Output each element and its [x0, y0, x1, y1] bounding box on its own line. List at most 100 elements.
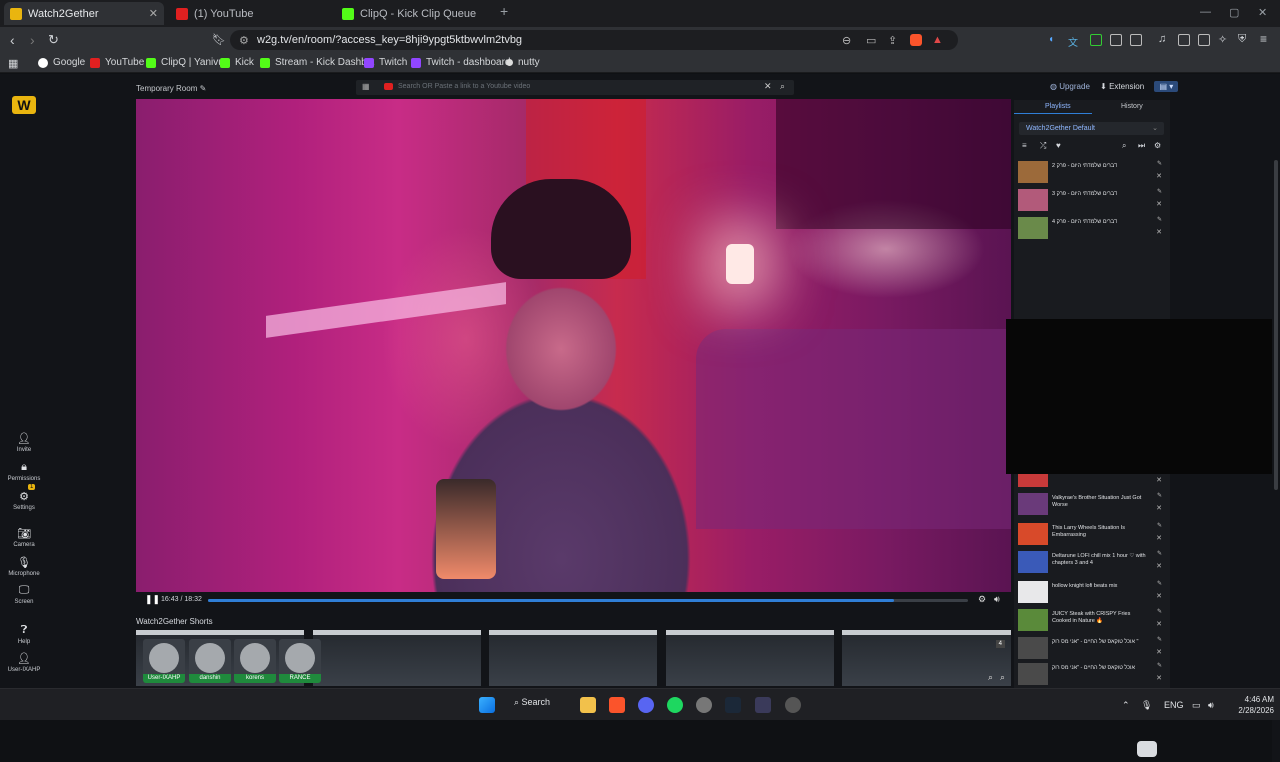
help-button[interactable]: ❓︎ Help: [0, 624, 48, 645]
playlist-item[interactable]: דברים שלמדתי היום - פרק 3 ✎ ✕: [1018, 188, 1166, 212]
short-thumbnail[interactable]: [313, 630, 481, 686]
bookmark-twitch-dashboard[interactable]: Twitch - dashboard: [411, 57, 511, 68]
shuffle-icon[interactable]: ⤮: [1040, 141, 1046, 151]
playlist-item[interactable]: אוכל טוקאס של החיים - "אני מס רוק ✎ ✕: [1018, 662, 1166, 686]
spotify-icon[interactable]: [667, 697, 683, 713]
new-tab-icon[interactable]: +: [500, 3, 508, 19]
edit-icon[interactable]: ✎: [1157, 662, 1162, 669]
share-icon[interactable]: ⇪: [888, 34, 897, 47]
remove-icon[interactable]: ✕: [1156, 534, 1162, 542]
layout-toggle-icon[interactable]: ▤ ▾: [1154, 81, 1179, 92]
camera-button[interactable]: 📷︎ Camera: [0, 527, 48, 548]
remove-icon[interactable]: ✕: [1156, 674, 1162, 682]
invite-button[interactable]: 👤︎ Invite: [0, 432, 48, 453]
tab-youtube[interactable]: (1) YouTube: [170, 2, 330, 25]
page-scrollbar[interactable]: [1272, 148, 1280, 762]
edit-icon[interactable]: ✎: [200, 84, 207, 93]
volume-icon[interactable]: 🔊︎: [994, 594, 1000, 605]
remove-icon[interactable]: ✕: [1156, 592, 1162, 600]
extension-icon[interactable]: [1110, 34, 1122, 46]
pause-icon[interactable]: ❚❚: [145, 594, 160, 605]
taskbar-search[interactable]: ⌕ Search: [514, 697, 550, 708]
leo-ai-icon[interactable]: ✧: [1218, 33, 1227, 46]
steam-icon[interactable]: [725, 697, 741, 713]
grid-icon[interactable]: ▦: [362, 82, 370, 91]
user-tile[interactable]: RANCE: [279, 639, 321, 683]
short-thumbnail[interactable]: 4 ⌕ ⌕: [842, 630, 1011, 686]
watch2gether-logo[interactable]: W: [12, 96, 36, 114]
extension-audio-icon[interactable]: ◖: [1048, 34, 1054, 45]
upgrade-button[interactable]: ◍ Upgrade: [1050, 82, 1090, 91]
brave-rewards-icon[interactable]: ▲: [932, 34, 943, 46]
settings-icon[interactable]: ⚙︎: [978, 594, 986, 605]
network-icon[interactable]: ▭: [1192, 700, 1201, 711]
reload-icon[interactable]: ↻: [48, 32, 59, 48]
edit-icon[interactable]: ✎: [1157, 580, 1162, 587]
user-button[interactable]: 👤︎ User-IXAHP: [0, 652, 48, 673]
playlist-item[interactable]: Valkyrae's Brother Situation Just Got Wo…: [1018, 492, 1166, 516]
edit-icon[interactable]: ✎: [1157, 216, 1162, 223]
settings-button[interactable]: ⚙︎ Settings 1: [0, 484, 48, 511]
close-window-icon[interactable]: ✕: [1258, 6, 1267, 19]
extension-green-icon[interactable]: [1090, 34, 1102, 46]
url-field[interactable]: ⚙︎ w2g.tv/en/room/?access_key=8hji9ypgt5…: [230, 30, 958, 50]
bookmark-kick-dashboard[interactable]: Stream - Kick Dashb...: [260, 57, 375, 68]
remove-icon[interactable]: ✕: [1156, 648, 1162, 656]
search-icon[interactable]: ⌕: [1122, 141, 1126, 151]
remove-icon[interactable]: ✕: [1156, 620, 1162, 628]
edit-icon[interactable]: ✎: [1157, 608, 1162, 615]
extension-box-icon[interactable]: [1130, 34, 1142, 46]
menu-icon[interactable]: ≡: [1260, 32, 1267, 46]
extension-button[interactable]: ⬇ Extension: [1100, 82, 1144, 91]
scrollbar-thumb[interactable]: [1274, 160, 1278, 490]
user-tile[interactable]: User-IXAHP: [143, 639, 185, 683]
discord-icon[interactable]: [638, 697, 654, 713]
start-icon[interactable]: [479, 697, 495, 713]
language-indicator[interactable]: ENG: [1164, 700, 1184, 710]
app-icon[interactable]: [785, 697, 801, 713]
edit-icon[interactable]: ✎: [1157, 492, 1162, 499]
remove-icon[interactable]: ✕: [1156, 200, 1162, 208]
tab-playlists[interactable]: Playlists: [1045, 103, 1071, 110]
maximize-icon[interactable]: ▢: [1229, 6, 1239, 19]
bookmark-clipq[interactable]: ClipQ | Yanivu: [146, 57, 224, 68]
search-icon[interactable]: ⌕: [780, 81, 785, 92]
sidebar-icon[interactable]: [1178, 34, 1190, 46]
minimize-icon[interactable]: —: [1200, 6, 1211, 18]
short-thumbnail[interactable]: [666, 630, 834, 686]
bookmark-google[interactable]: Google: [38, 57, 85, 68]
edit-icon[interactable]: ✎: [1157, 636, 1162, 643]
edit-icon[interactable]: ✎: [1157, 188, 1162, 195]
gear-icon[interactable]: ⚙︎: [1154, 141, 1161, 150]
obs-icon[interactable]: [696, 697, 712, 713]
list-icon[interactable]: ≡: [1022, 141, 1027, 150]
remove-icon[interactable]: ✕: [1156, 562, 1162, 570]
app-icon[interactable]: [755, 697, 771, 713]
tray-chevron-icon[interactable]: ⌃: [1122, 700, 1130, 711]
playlist-select[interactable]: Watch2Gether Default ⌄: [1019, 122, 1164, 135]
remove-icon[interactable]: ✕: [1156, 172, 1162, 180]
tab-history[interactable]: History: [1121, 103, 1143, 110]
brave-icon[interactable]: [609, 697, 625, 713]
remove-icon[interactable]: ✕: [1156, 504, 1162, 512]
edit-icon[interactable]: ✎: [1157, 160, 1162, 167]
back-icon[interactable]: ‹: [10, 32, 15, 48]
user-tile[interactable]: danshin: [189, 639, 231, 683]
user-tile[interactable]: korens: [234, 639, 276, 683]
playlist-item[interactable]: דברים שלמדתי היום - פרק 4 ✎ ✕: [1018, 216, 1166, 240]
vpn-icon[interactable]: ⛨: [1238, 33, 1246, 46]
bookmark-icon[interactable]: 🔖︎: [212, 33, 226, 46]
screenshot-icon[interactable]: ▭: [866, 34, 876, 47]
skip-icon[interactable]: ⏭︎: [1138, 141, 1145, 151]
apps-grid-icon[interactable]: ▦: [8, 57, 18, 70]
bookmark-kick[interactable]: Kick: [220, 57, 254, 68]
zoom-in-icon[interactable]: ⌕: [988, 672, 993, 683]
playlist-item[interactable]: אוכל טוקאס של החיים - "אני מס רוק " ✎ ✕: [1018, 636, 1166, 660]
bookmark-twitch[interactable]: Twitch: [364, 57, 407, 68]
bookmark-nutty[interactable]: nutty: [506, 57, 540, 68]
remove-icon[interactable]: ✕: [1156, 228, 1162, 236]
playlist-item[interactable]: This Larry Wheels Situation Is Embarrass…: [1018, 522, 1166, 546]
playlist-item[interactable]: Deltarune LOFI chill mix 1 hour ♡ with c…: [1018, 550, 1166, 574]
microphone-tray-icon[interactable]: 🎙︎: [1141, 700, 1152, 711]
edit-icon[interactable]: ✎: [1157, 522, 1162, 529]
